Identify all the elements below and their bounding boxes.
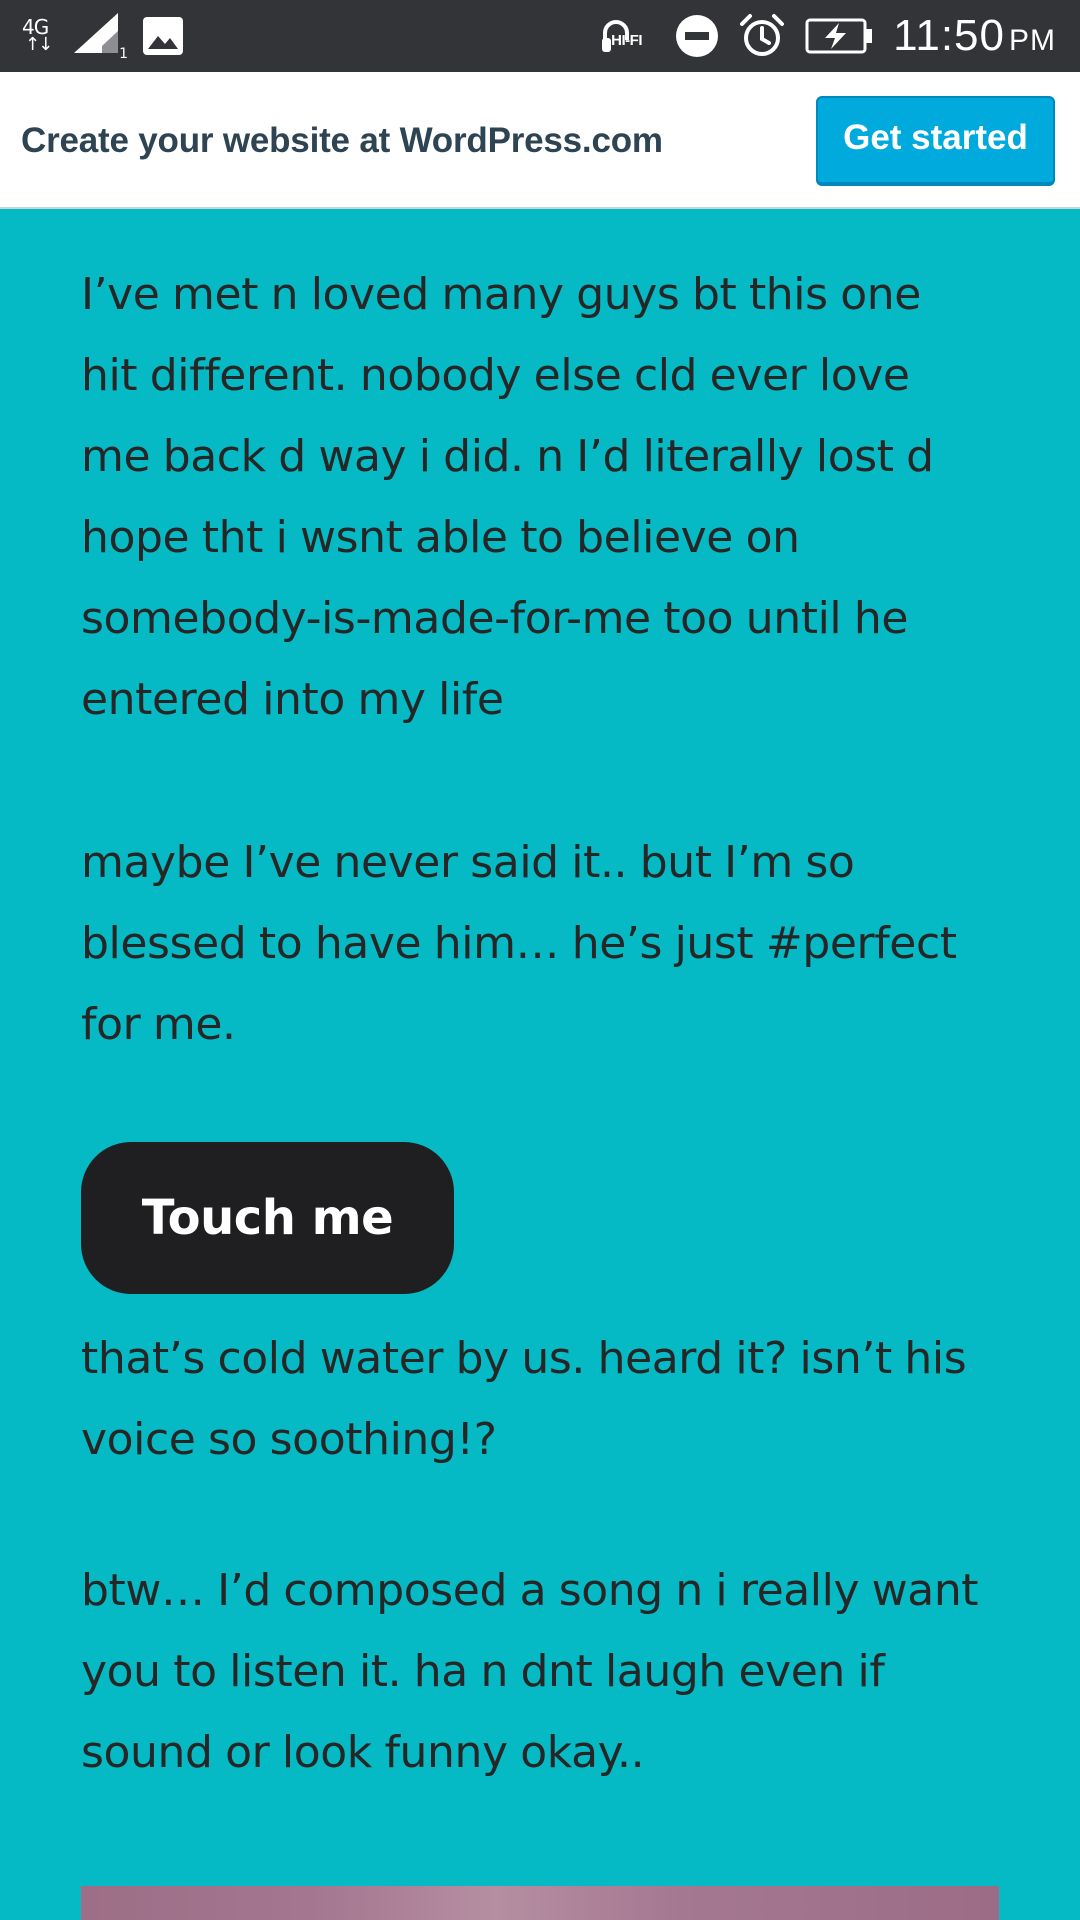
battery-charging-icon (805, 18, 873, 54)
sim-slot: 1 (119, 46, 128, 62)
alarm-icon (740, 14, 785, 56)
4g-data-icon: 4G ↑↓ (22, 14, 58, 58)
signal-bars-icon (74, 13, 118, 53)
wordpress-promo-text: Create your website at WordPress.com (21, 120, 663, 160)
post-paragraph: I’ve met n loved many guys bt this one h… (81, 269, 934, 725)
embedded-media-preview[interactable] (81, 1886, 999, 1920)
clock-time: 11:50 (893, 11, 1005, 60)
status-bar: 4G ↑↓ 1 HI-FI 11:50 PM (0, 0, 1080, 72)
status-bar-left: 4G ↑↓ 1 (22, 0, 184, 72)
post-paragraph: maybe I’ve never said it.. but I’m so bl… (81, 837, 957, 1050)
get-started-button[interactable]: Get started (816, 96, 1055, 186)
status-bar-right: HI-FI 11:50 PM (601, 0, 1056, 72)
hifi-headphones-icon: HI-FI (601, 12, 655, 60)
do-not-disturb-icon (676, 15, 719, 57)
clock: 11:50 PM (893, 11, 1056, 61)
touch-me-button[interactable]: Touch me (81, 1142, 454, 1294)
gallery-notification-icon (143, 17, 183, 55)
hifi-label: HI-FI (611, 32, 642, 49)
post-paragraph: that’s cold water by us. heard it? isn’t… (81, 1333, 967, 1465)
clock-ampm: PM (1009, 24, 1056, 57)
post-paragraph: btw… I’d composed a song n i really want… (81, 1565, 979, 1778)
data-arrows: ↑↓ (25, 34, 53, 55)
signal-strength-icon: 1 (72, 11, 128, 61)
wordpress-promo-banner: Create your website at WordPress.com Get… (0, 72, 1080, 209)
